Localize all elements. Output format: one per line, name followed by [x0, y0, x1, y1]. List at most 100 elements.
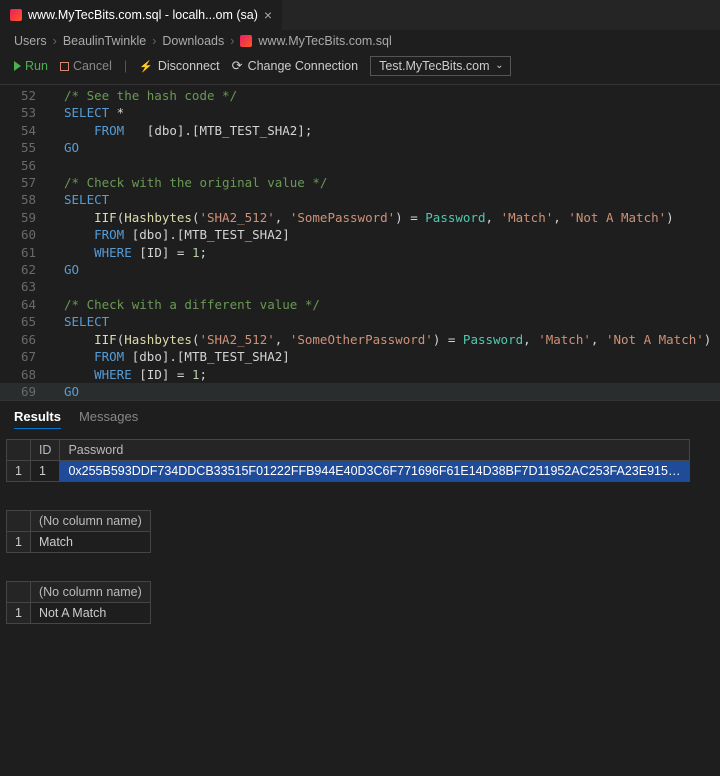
code-content[interactable]: IIF(Hashbytes('SHA2_512', 'SomeOtherPass… — [50, 331, 711, 348]
code-line[interactable]: 52/* See the hash code */ — [0, 87, 720, 104]
code-content[interactable]: /* Check with a different value */ — [50, 296, 320, 313]
sql-file-icon — [10, 9, 22, 21]
line-number: 52 — [0, 87, 50, 104]
result-grid-1[interactable]: ID Password 1 1 0x255B593DDF734DDCB33515… — [6, 439, 690, 482]
result-grid-3[interactable]: (No column name) 1 Not A Match — [6, 581, 151, 624]
code-line[interactable]: 56 — [0, 157, 720, 174]
connection-value: Test.MyTecBits.com — [379, 59, 489, 73]
toolbar-separator: | — [124, 59, 127, 73]
code-line[interactable]: 66 IIF(Hashbytes('SHA2_512', 'SomeOtherP… — [0, 331, 720, 348]
code-line[interactable]: 53SELECT * — [0, 104, 720, 121]
tab-messages[interactable]: Messages — [79, 409, 138, 429]
tab-bar: www.MyTecBits.com.sql - localh...om (sa)… — [0, 0, 720, 30]
cell-id[interactable]: 1 — [30, 461, 60, 482]
tab-results[interactable]: Results — [14, 409, 61, 429]
code-content[interactable]: SELECT * — [50, 104, 124, 121]
cell-value[interactable]: Match — [30, 532, 150, 553]
code-content[interactable]: IIF(Hashbytes('SHA2_512', 'SomePassword'… — [50, 209, 674, 226]
line-number: 65 — [0, 313, 50, 330]
cell-value[interactable]: Not A Match — [30, 603, 150, 624]
line-number: 69 — [0, 383, 50, 400]
sql-file-icon — [240, 35, 252, 47]
change-connection-button[interactable]: Change Connection — [232, 58, 358, 74]
code-editor[interactable]: 52/* See the hash code */53SELECT *54 FR… — [0, 85, 720, 400]
code-line[interactable]: 57/* Check with the original value */ — [0, 174, 720, 191]
code-content[interactable]: WHERE [ID] = 1; — [50, 244, 207, 261]
code-content[interactable]: FROM [dbo].[MTB_TEST_SHA2]; — [50, 122, 312, 139]
line-number: 53 — [0, 104, 50, 121]
row-header[interactable]: 1 — [7, 461, 31, 482]
code-content[interactable]: WHERE [ID] = 1; — [50, 366, 207, 383]
code-line[interactable]: 59 IIF(Hashbytes('SHA2_512', 'SomePasswo… — [0, 209, 720, 226]
grid-corner — [7, 511, 31, 532]
code-content[interactable]: SELECT — [50, 313, 109, 330]
line-number: 66 — [0, 331, 50, 348]
disconnect-icon — [139, 59, 153, 73]
code-content[interactable] — [50, 278, 64, 295]
code-line[interactable]: 65SELECT — [0, 313, 720, 330]
chevron-right-icon: › — [230, 34, 234, 48]
code-line[interactable]: 62GO — [0, 261, 720, 278]
breadcrumb: Users › BeaulinTwinkle › Downloads › www… — [0, 30, 720, 52]
disconnect-label: Disconnect — [158, 59, 220, 73]
code-line[interactable]: 64/* Check with a different value */ — [0, 296, 720, 313]
code-line[interactable]: 69GO — [0, 383, 720, 400]
breadcrumb-part[interactable]: Users — [14, 34, 47, 48]
change-label: Change Connection — [248, 59, 359, 73]
row-header[interactable]: 1 — [7, 532, 31, 553]
stop-icon — [60, 62, 69, 71]
editor-tab[interactable]: www.MyTecBits.com.sql - localh...om (sa)… — [0, 0, 282, 30]
code-content[interactable]: FROM [dbo].[MTB_TEST_SHA2] — [50, 348, 290, 365]
code-line[interactable]: 58SELECT — [0, 191, 720, 208]
code-line[interactable]: 54 FROM [dbo].[MTB_TEST_SHA2]; — [0, 122, 720, 139]
code-content[interactable]: FROM [dbo].[MTB_TEST_SHA2] — [50, 226, 290, 243]
code-content[interactable] — [50, 157, 64, 174]
grid-corner — [7, 440, 31, 461]
breadcrumb-part[interactable]: Downloads — [162, 34, 224, 48]
code-content[interactable]: /* Check with the original value */ — [50, 174, 327, 191]
code-content[interactable]: GO — [50, 383, 79, 400]
refresh-icon — [232, 58, 243, 74]
code-line[interactable]: 68 WHERE [ID] = 1; — [0, 366, 720, 383]
code-content[interactable]: /* See the hash code */ — [50, 87, 237, 104]
code-line[interactable]: 60 FROM [dbo].[MTB_TEST_SHA2] — [0, 226, 720, 243]
disconnect-button[interactable]: Disconnect — [139, 59, 220, 73]
chevron-right-icon: › — [152, 34, 156, 48]
code-line[interactable]: 67 FROM [dbo].[MTB_TEST_SHA2] — [0, 348, 720, 365]
grid-corner — [7, 582, 31, 603]
code-line[interactable]: 55GO — [0, 139, 720, 156]
toolbar: Run Cancel | Disconnect Change Connectio… — [0, 52, 720, 85]
chevron-down-icon: ⌄ — [495, 60, 503, 71]
breadcrumb-part[interactable]: www.MyTecBits.com.sql — [258, 34, 391, 48]
col-header-password[interactable]: Password — [60, 440, 690, 461]
col-header-id[interactable]: ID — [30, 440, 60, 461]
results-pane: Results Messages ID Password 1 1 0x255B5… — [0, 400, 720, 624]
line-number: 68 — [0, 366, 50, 383]
line-number: 58 — [0, 191, 50, 208]
line-number: 60 — [0, 226, 50, 243]
line-number: 55 — [0, 139, 50, 156]
play-icon — [14, 61, 21, 71]
col-header-unnamed[interactable]: (No column name) — [30, 511, 150, 532]
results-tabs: Results Messages — [0, 401, 720, 435]
line-number: 54 — [0, 122, 50, 139]
row-header[interactable]: 1 — [7, 603, 31, 624]
code-line[interactable]: 61 WHERE [ID] = 1; — [0, 244, 720, 261]
code-content[interactable]: GO — [50, 261, 79, 278]
tab-title: www.MyTecBits.com.sql - localh...om (sa) — [28, 8, 258, 22]
run-button[interactable]: Run — [14, 59, 48, 73]
close-icon[interactable]: × — [264, 7, 272, 23]
col-header-unnamed[interactable]: (No column name) — [30, 582, 150, 603]
line-number: 57 — [0, 174, 50, 191]
code-content[interactable]: SELECT — [50, 191, 109, 208]
result-grid-2[interactable]: (No column name) 1 Match — [6, 510, 151, 553]
code-content[interactable]: GO — [50, 139, 79, 156]
run-label: Run — [25, 59, 48, 73]
cell-password[interactable]: 0x255B593DDF734DDCB33515F01222FFB944E40D… — [60, 461, 690, 482]
breadcrumb-part[interactable]: BeaulinTwinkle — [63, 34, 146, 48]
cancel-button[interactable]: Cancel — [60, 59, 112, 73]
connection-dropdown[interactable]: Test.MyTecBits.com ⌄ — [370, 56, 510, 76]
code-line[interactable]: 63 — [0, 278, 720, 295]
line-number: 63 — [0, 278, 50, 295]
line-number: 67 — [0, 348, 50, 365]
